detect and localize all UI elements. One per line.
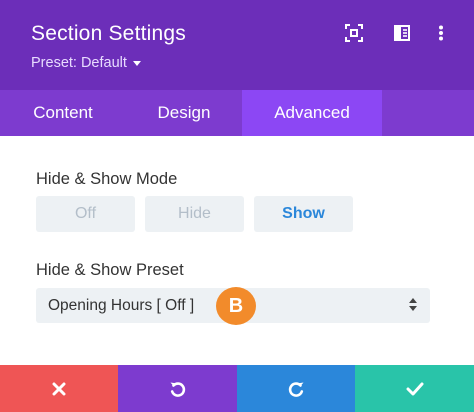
save-button[interactable] [355,365,474,412]
section-settings-panel: Section Settings Preset: Default Content… [0,0,474,412]
split-view-icon[interactable] [392,23,412,43]
action-footer [0,365,474,412]
cancel-button[interactable] [0,365,118,412]
mode-off-button[interactable]: Off [36,196,135,232]
save-check-icon [406,382,423,395]
cancel-icon [52,382,66,395]
hide-show-preset-label: Hide & Show Preset [36,261,184,279]
settings-header: Section Settings Preset: Default [0,0,474,90]
undo-button[interactable] [118,365,237,412]
tab-content[interactable]: Content [0,90,126,136]
more-options-icon[interactable] [431,23,451,43]
settings-tabs: Content Design Advanced [0,90,474,136]
hide-show-mode-label: Hide & Show Mode [36,170,178,188]
redo-button[interactable] [237,365,355,412]
preset-select-value: Opening Hours [ Off ] [48,297,195,314]
undo-icon [170,381,185,397]
mode-show-button[interactable]: Show [254,196,353,232]
step-badge: B [216,287,256,325]
mode-hide-button[interactable]: Hide [145,196,244,232]
tab-design[interactable]: Design [126,90,242,136]
preset-label: Preset: Default [31,55,127,71]
caret-down-icon [132,60,141,66]
tab-advanced[interactable]: Advanced [242,90,382,136]
redo-icon [288,381,304,397]
preset-dropdown[interactable]: Preset: Default [31,55,141,71]
expand-icon[interactable] [344,23,364,43]
panel-title: Section Settings [31,22,186,45]
select-arrows-icon [408,297,418,315]
